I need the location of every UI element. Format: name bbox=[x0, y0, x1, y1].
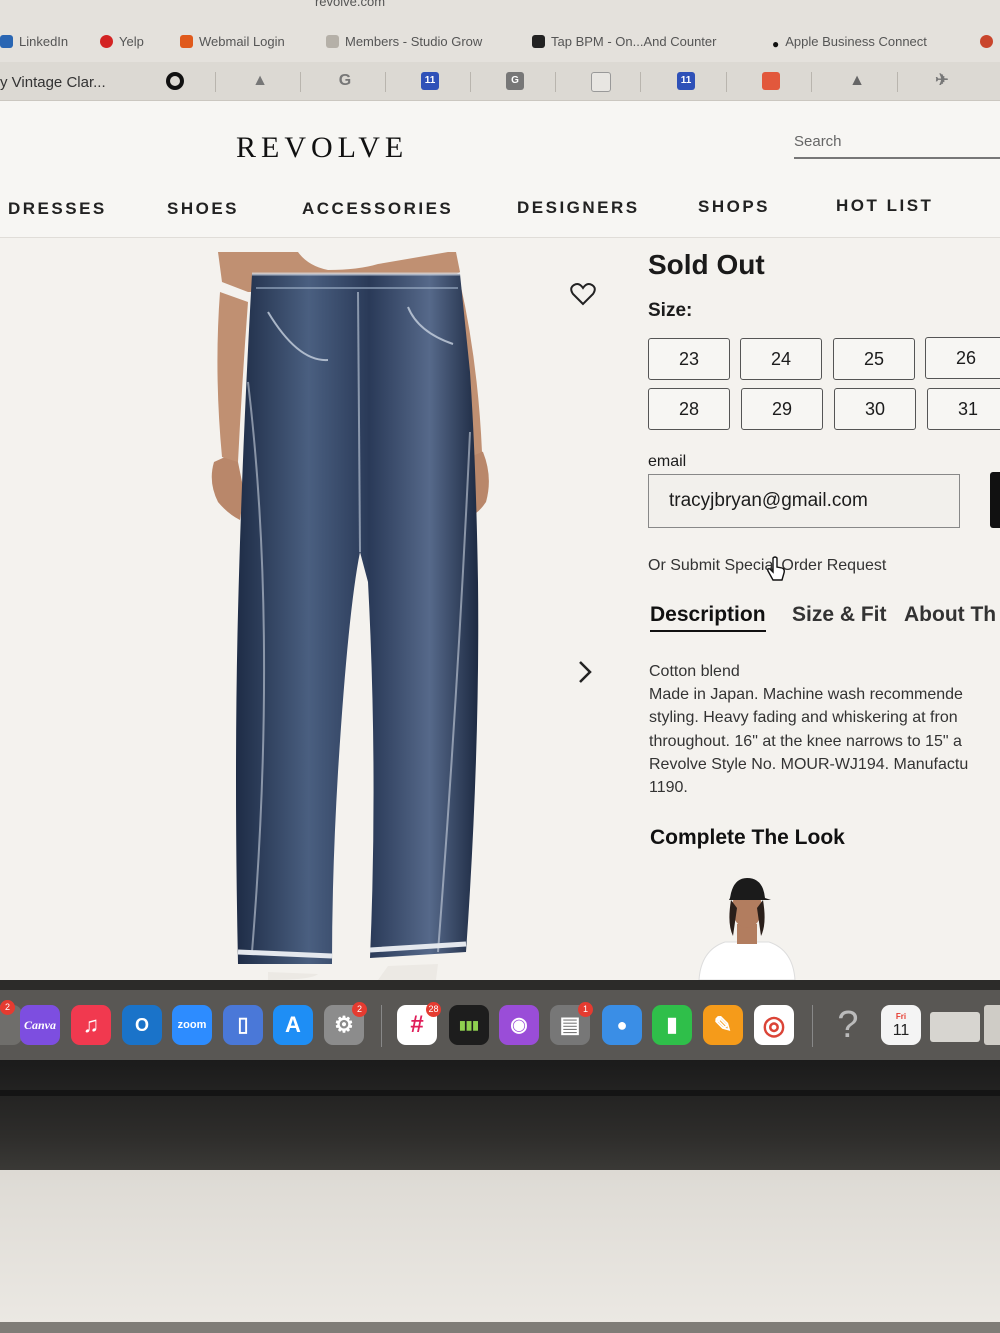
studio-grow-icon bbox=[326, 35, 339, 48]
podcasts-icon[interactable]: ◉ bbox=[499, 1005, 539, 1045]
product-description: Cotton blend Made in Japan. Machine wash… bbox=[649, 660, 1000, 799]
size-option-24[interactable]: 24 bbox=[740, 338, 822, 380]
document-thumbnail-icon[interactable] bbox=[984, 1005, 1000, 1045]
bookmark-tap-bpm[interactable]: Tap BPM - On...And Counter bbox=[532, 34, 716, 49]
google-drive-icon[interactable]: ▲ bbox=[251, 72, 269, 90]
music-icon[interactable]: ♫ bbox=[71, 1005, 111, 1045]
nav-designers[interactable]: DESIGNERS bbox=[517, 198, 640, 218]
description-line: throughout. 16" at the knee narrows to 1… bbox=[649, 732, 962, 750]
nav-hot-list[interactable]: HOT LIST bbox=[836, 196, 933, 216]
red-app-icon[interactable] bbox=[762, 72, 780, 90]
bookmark-studio-grow[interactable]: Members - Studio Grow bbox=[326, 34, 482, 49]
badge: 28 bbox=[426, 1002, 441, 1017]
badge: 2 bbox=[0, 1000, 15, 1015]
complete-look-image[interactable] bbox=[697, 874, 797, 980]
email-field[interactable]: tracyjbryan@gmail.com bbox=[648, 474, 960, 528]
size-option-25[interactable]: 25 bbox=[833, 338, 915, 380]
nav-dresses[interactable]: DRESSES bbox=[8, 199, 107, 219]
bookmark-apple-business[interactable]: ● Apple Business Connect bbox=[772, 34, 927, 51]
pages-icon[interactable]: ✎ bbox=[703, 1005, 743, 1045]
linkedin-icon bbox=[0, 35, 13, 48]
badge: 1 bbox=[578, 1002, 593, 1017]
app-store-icon[interactable]: A bbox=[273, 1005, 313, 1045]
notify-button[interactable] bbox=[990, 472, 1000, 528]
calendar-icon[interactable]: Fri 11 bbox=[881, 1005, 921, 1045]
complete-the-look-heading: Complete The Look bbox=[650, 826, 845, 849]
circle-icon[interactable] bbox=[166, 72, 184, 90]
size-option-29[interactable]: 29 bbox=[741, 388, 823, 430]
size-option-30[interactable]: 30 bbox=[834, 388, 916, 430]
size-option-23[interactable]: 23 bbox=[648, 338, 730, 380]
site-header: REVOLVE Search DRESSES SHOES ACCESSORIES… bbox=[0, 101, 1000, 238]
cpanel-icon bbox=[180, 35, 193, 48]
email-label: email bbox=[648, 453, 687, 470]
yelp-icon bbox=[100, 35, 113, 48]
tab-description[interactable]: Description bbox=[650, 603, 766, 632]
tab-size-fit[interactable]: Size & Fit bbox=[792, 603, 887, 627]
google-drive-icon[interactable]: ▲ bbox=[848, 72, 866, 90]
bookmark-webmail[interactable]: Webmail Login bbox=[180, 34, 285, 49]
apple-icon: ● bbox=[772, 37, 780, 51]
laptop-hinge bbox=[0, 1090, 1000, 1096]
chrome-icon[interactable]: ◎ bbox=[754, 1005, 794, 1045]
hand-cursor-icon bbox=[767, 556, 785, 581]
bookmark-extra[interactable] bbox=[980, 34, 999, 49]
document-thumbnail-icon[interactable] bbox=[930, 1012, 980, 1042]
product-image[interactable] bbox=[208, 252, 508, 980]
finder-icon[interactable]: ● bbox=[602, 1005, 642, 1045]
description-line: 1190. bbox=[649, 779, 688, 797]
bookmark-extra-icon bbox=[980, 35, 993, 48]
numbers-icon[interactable]: ▮ bbox=[652, 1005, 692, 1045]
tap-bpm-icon bbox=[532, 35, 545, 48]
search-input[interactable]: Search bbox=[794, 133, 1000, 159]
bookmark-yelp[interactable]: Yelp bbox=[100, 34, 144, 49]
description-line: Cotton blend bbox=[649, 663, 740, 680]
revolve-logo[interactable]: REVOLVE bbox=[236, 131, 408, 165]
size-option-26[interactable]: 26 bbox=[925, 337, 1000, 379]
phone-icon[interactable]: ▯ bbox=[223, 1005, 263, 1045]
browser-screen: revolve.com LinkedIn Yelp Webmail Login … bbox=[0, 0, 1000, 990]
badge: 2 bbox=[352, 1002, 367, 1017]
grammarly-icon[interactable]: G bbox=[506, 72, 524, 90]
description-line: styling. Heavy fading and whiskering at … bbox=[649, 709, 958, 727]
bird-icon[interactable]: ✈ bbox=[933, 72, 951, 90]
calendar-icon[interactable]: 11 bbox=[677, 72, 695, 90]
nav-shops[interactable]: SHOPS bbox=[698, 197, 770, 217]
google-icon[interactable]: G bbox=[336, 72, 354, 90]
page-icon[interactable] bbox=[591, 72, 611, 92]
nav-shoes[interactable]: SHOES bbox=[167, 199, 239, 219]
calendar-day: 11 bbox=[892, 1022, 910, 1039]
description-line: Revolve Style No. MOUR-WJ194. Manufactu bbox=[649, 755, 969, 773]
tab-strip: y Vintage Clar... ▲ G 11 G 11 ▲ ✈ bbox=[0, 62, 1000, 101]
size-label: Size: bbox=[648, 300, 693, 321]
desk-surface bbox=[0, 1170, 1000, 1333]
dock-separator bbox=[812, 1005, 813, 1047]
size-option-31[interactable]: 31 bbox=[927, 388, 1000, 430]
canva-icon[interactable]: Canva bbox=[20, 1005, 60, 1045]
heart-icon[interactable] bbox=[570, 282, 596, 306]
calendar-icon[interactable]: 11 bbox=[421, 72, 439, 90]
laptop-bezel bbox=[0, 1060, 1000, 1170]
url-bar[interactable]: revolve.com bbox=[0, 0, 700, 9]
size-option-28[interactable]: 28 bbox=[648, 388, 730, 430]
tab-about[interactable]: About Th bbox=[904, 603, 996, 627]
bookmark-linkedin[interactable]: LinkedIn bbox=[0, 34, 68, 49]
help-icon[interactable]: ? bbox=[828, 1005, 868, 1045]
nav-accessories[interactable]: ACCESSORIES bbox=[302, 199, 453, 219]
sold-out-status: Sold Out bbox=[648, 249, 765, 280]
active-tab[interactable]: y Vintage Clar... bbox=[0, 74, 106, 91]
description-line: Made in Japan. Machine wash recommende bbox=[649, 686, 963, 704]
zoom-icon[interactable]: zoom bbox=[172, 1005, 212, 1045]
chevron-right-icon[interactable] bbox=[575, 660, 595, 684]
dock-separator bbox=[381, 1005, 382, 1047]
linktree-icon[interactable]: ▮▮▮ bbox=[449, 1005, 489, 1045]
bookmarks-bar: revolve.com LinkedIn Yelp Webmail Login … bbox=[0, 0, 1000, 63]
keyboard-edge bbox=[0, 1322, 1000, 1333]
outlook-icon[interactable]: O bbox=[122, 1005, 162, 1045]
